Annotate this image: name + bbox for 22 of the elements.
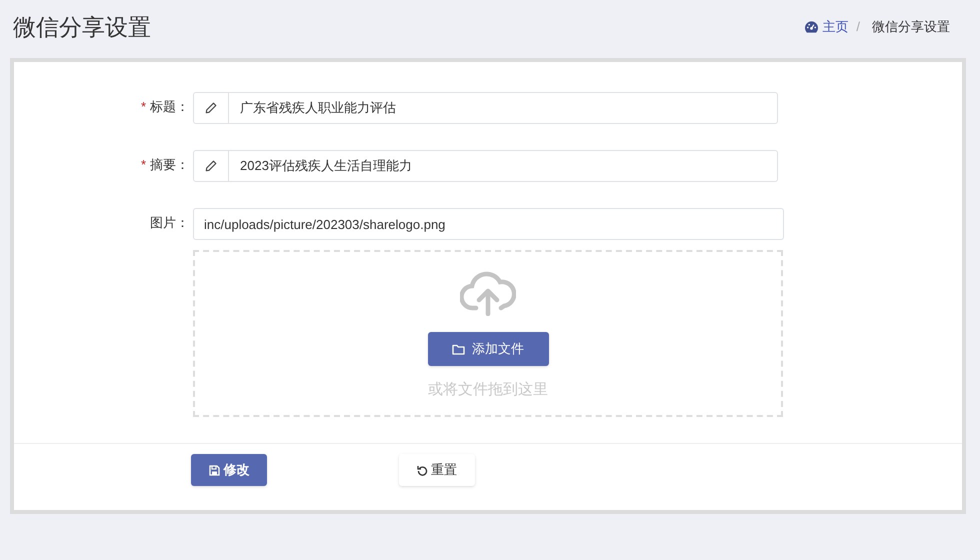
- dashboard-icon: [805, 21, 818, 33]
- breadcrumb-link[interactable]: 主页: [822, 17, 848, 37]
- pencil-icon: [205, 102, 217, 114]
- add-file-button[interactable]: 添加文件: [428, 332, 548, 366]
- folder-icon: [452, 344, 465, 354]
- field-label: 摘要：: [150, 156, 189, 174]
- cloud-upload-icon: [460, 270, 516, 316]
- page-title: 微信分享设置: [13, 12, 151, 42]
- input-field[interactable]: 广东省残疾人职业能力评估: [229, 92, 778, 124]
- required-mark: *: [140, 98, 146, 116]
- input-field[interactable]: inc/uploads/picture/202303/sharelogo.png: [193, 208, 784, 240]
- save-button[interactable]: 修改: [191, 454, 267, 486]
- breadcrumb-separator: /: [856, 18, 860, 36]
- required-mark: *: [140, 156, 146, 174]
- save-icon: [208, 464, 220, 476]
- breadcrumb-current: 微信分享设置: [872, 18, 950, 36]
- field-label: 标题：: [150, 98, 189, 116]
- input-field[interactable]: 2023评估残疾人生活自理能力: [229, 150, 778, 182]
- reset-button[interactable]: 重置: [399, 454, 475, 486]
- field-label: 图片：: [150, 214, 189, 232]
- undo-icon: [417, 464, 428, 476]
- pencil-icon: [205, 160, 217, 172]
